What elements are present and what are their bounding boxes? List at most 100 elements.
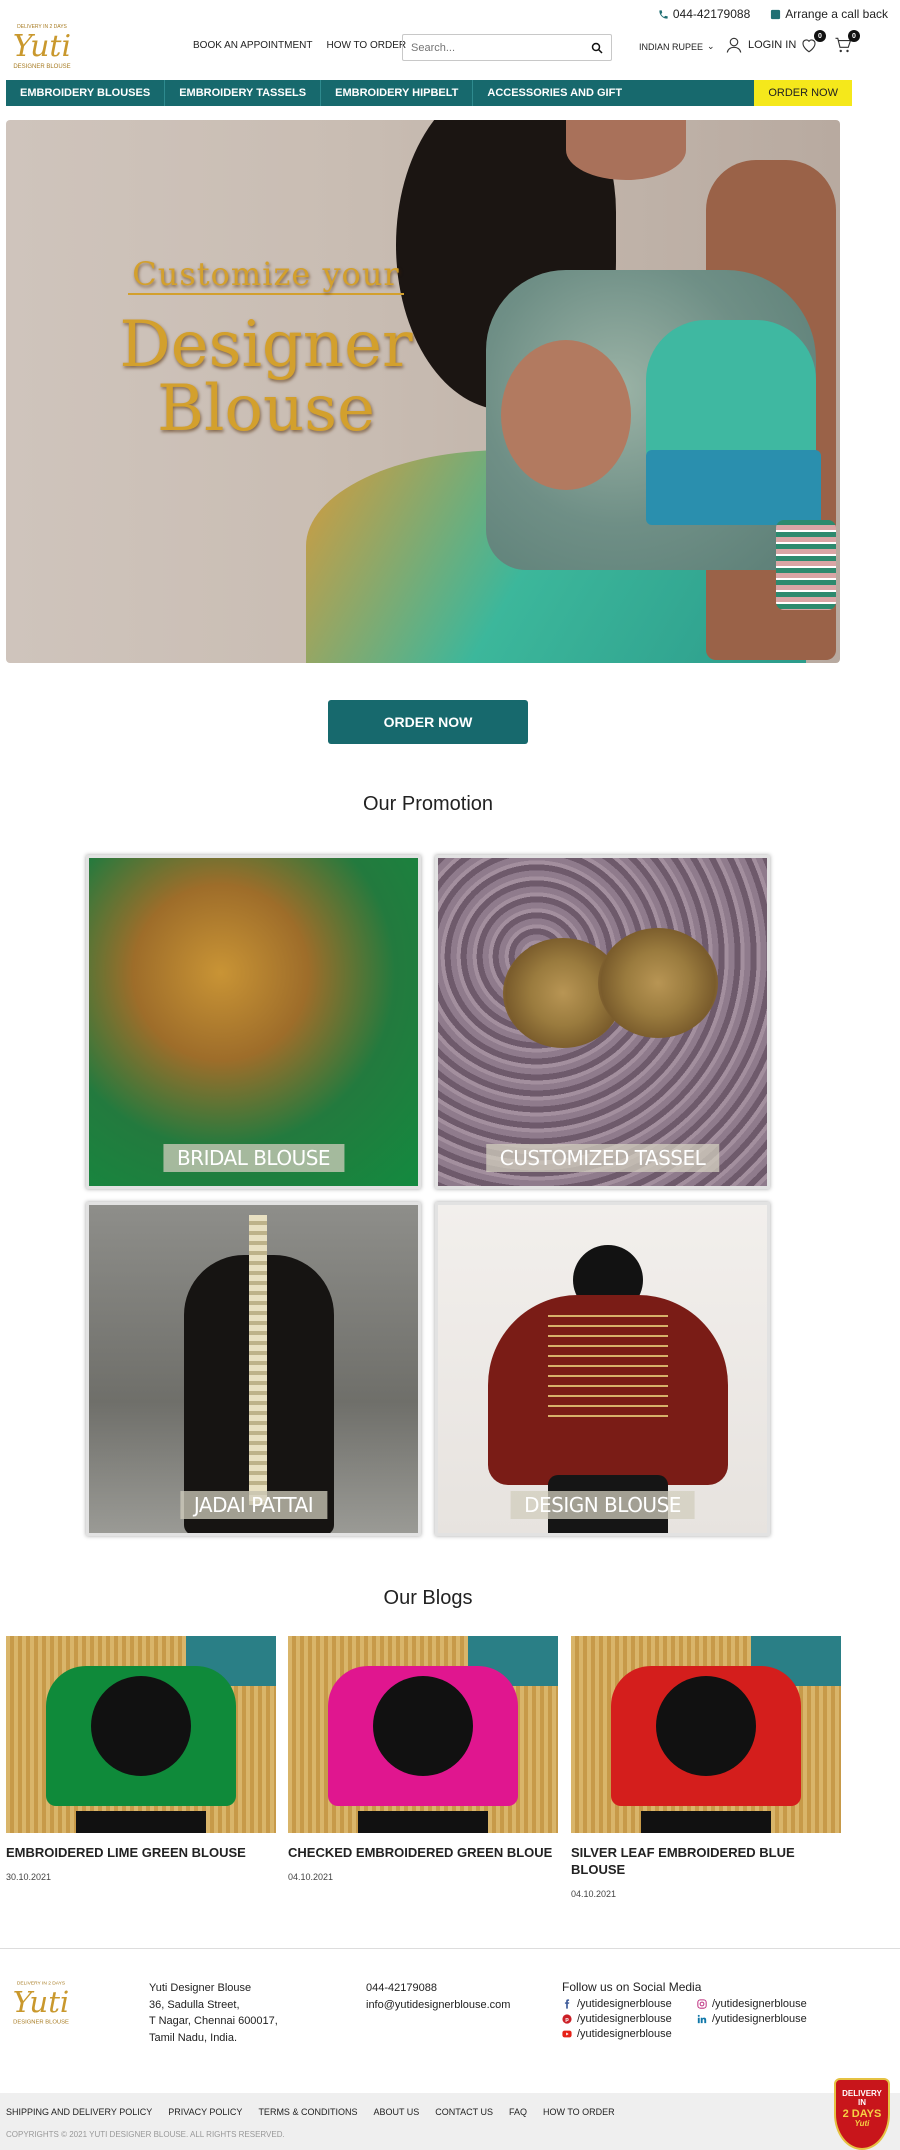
wishlist-button[interactable]: 0 [800,30,826,58]
footer-link-terms[interactable]: TERMS & CONDITIONS [258,2107,357,2117]
mannequin-base [76,1811,206,1833]
social-label: /yutidesignerblouse [577,1998,672,2010]
blog-blouse-back [91,1676,191,1776]
instagram-icon [697,1999,707,2009]
social-instagram-link[interactable]: /yutidesignerblouse [697,1998,847,2010]
footer-link-faq[interactable]: FAQ [509,2107,527,2117]
address-line: Tamil Nadu, India. [149,2031,238,2044]
login-button[interactable]: LOGIN IN [725,36,796,54]
jadai-braid [249,1215,267,1505]
design-blouse-chains [548,1315,668,1425]
search-box [402,34,612,61]
blog-date: 04.10.2021 [288,1871,334,1882]
social-label: /yutidesignerblouse [577,2028,672,2040]
logo-brand: Yuti [13,1985,70,2019]
logo-sub: DESIGNER BLOUSE [13,64,70,70]
social-label: /yutidesignerblouse [712,2013,807,2025]
blog-image[interactable] [288,1636,558,1833]
category-embroidery-hipbelt[interactable]: EMBROIDERY HIPBELT [321,80,474,106]
blog-card[interactable]: EMBROIDERED LIME GREEN BLOUSE 30.10.2021 [6,1636,276,1882]
social-facebook-link[interactable]: /yutidesignerblouse [562,1998,697,2010]
hero-face [566,120,686,180]
user-icon [726,37,742,53]
footer-address: Yuti Designer Blouse 36, Sadulla Street,… [149,1980,278,2046]
delivery-days: 2 DAYS [842,2107,882,2120]
phone-icon [659,9,668,19]
footer-link-shipping[interactable]: SHIPPING AND DELIVERY POLICY [6,2107,152,2117]
login-label: LOGIN IN [748,39,797,51]
category-nav: EMBROIDERY BLOUSES EMBROIDERY TASSELS EM… [6,80,852,106]
footer-social: Follow us on Social Media /yutidesignerb… [562,1980,847,2040]
blog-image[interactable] [6,1636,276,1833]
search-icon[interactable] [591,42,603,54]
callback-label: Arrange a call back [785,7,888,21]
footer-bar [0,2093,900,2150]
footer-link-how-to-order[interactable]: HOW TO ORDER [543,2107,615,2117]
promo-design-blouse[interactable]: DESIGN BLOUSE [435,1202,770,1536]
category-accessories-gift[interactable]: ACCESSORIES AND GIFT [473,80,636,106]
copyright-text: COPYRIGHTS © 2021 YUTI DESIGNER BLOUSE. … [6,2130,285,2139]
footer-phone[interactable]: 044-42179088 [366,1980,510,1997]
promo-label: DESIGN BLOUSE [510,1491,695,1519]
footer-divider [0,1948,900,1949]
social-linkedin-link[interactable]: /yutidesignerblouse [697,2013,847,2025]
footer-link-contact[interactable]: CONTACT US [435,2107,493,2117]
footer-logo[interactable]: DELIVERY IN 2 DAYS Yuti DESIGNER BLOUSE [6,1976,76,2030]
social-label: /yutidesignerblouse [712,1998,807,2010]
order-now-button[interactable]: ORDER NOW [328,700,528,744]
logo-brand: Yuti [13,29,71,64]
hero-sleeve [646,320,816,470]
footer-email[interactable]: info@yutidesignerblouse.com [366,1997,510,2014]
blogs-title: Our Blogs [383,1587,473,1609]
promo-bridal-blouse[interactable]: BRIDAL BLOUSE [86,855,421,1189]
footer-link-about[interactable]: ABOUT US [373,2107,419,2117]
currency-select[interactable]: INDIAN RUPEE ⌄ [639,41,715,52]
address-line: 36, Sadulla Street, [149,1998,240,2011]
blog-title[interactable]: EMBROIDERED LIME GREEN BLOUSE [6,1845,276,1862]
nav-how-to-order[interactable]: HOW TO ORDER [326,40,406,51]
hero-banner[interactable]: Customize your Designer Blouse [6,120,840,663]
search-input[interactable] [411,41,591,54]
social-pinterest-link[interactable]: p /yutidesignerblouse [562,2013,697,2025]
phone-link[interactable]: 044-42179088 [658,7,750,21]
callback-link[interactable]: Arrange a call back [770,7,888,21]
blog-image[interactable] [571,1636,841,1833]
mannequin-base [358,1811,488,1833]
currency-label: INDIAN RUPEE [639,41,704,52]
pinterest-icon: p [562,2014,572,2024]
blog-blouse-back [656,1676,756,1776]
category-embroidery-tassels[interactable]: EMBROIDERY TASSELS [165,80,322,106]
hero-line3: Blouse [157,372,375,446]
nav-order-now-button[interactable]: ORDER NOW [754,80,852,106]
promo-jadai-pattai[interactable]: JADAI PATTAI [86,1202,421,1536]
header-nav: BOOK AN APPOINTMENT HOW TO ORDER [193,40,406,51]
hero-line1: Customize your [128,255,404,295]
hero-sleeve-border [646,450,821,525]
wishlist-count: 0 [814,30,826,42]
blog-card[interactable]: CHECKED EMBROIDERED GREEN BLOUE 04.10.20… [288,1636,558,1882]
address-line: T Nagar, Chennai 600017, [149,2015,278,2027]
promo-label: CUSTOMIZED TASSEL [485,1144,720,1172]
social-youtube-link[interactable]: /yutidesignerblouse [562,2028,697,2040]
social-label: /yutidesignerblouse [577,2013,672,2025]
footer-contact: 044-42179088 info@yutidesignerblouse.com [366,1980,510,2014]
site-logo[interactable]: DELIVERY IN 2 DAYS Yuti DESIGNER BLOUSE [6,20,78,74]
footer-link-privacy[interactable]: PRIVACY POLICY [168,2107,242,2117]
hero-headline: Customize your Designer Blouse [96,255,436,441]
category-embroidery-blouses[interactable]: EMBROIDERY BLOUSES [6,80,166,106]
cart-button[interactable]: 0 [834,30,860,58]
youtube-icon [562,2030,572,2038]
blog-date: 04.10.2021 [571,1888,617,1899]
nav-book-appointment[interactable]: BOOK AN APPOINTMENT [193,40,312,51]
blog-title[interactable]: SILVER LEAF EMBROIDERED BLUE BLOUSE [571,1845,841,1879]
blog-card[interactable]: SILVER LEAF EMBROIDERED BLUE BLOUSE 04.1… [571,1636,841,1899]
phone-number: 044-42179088 [672,7,751,21]
delivery-brand: Yuti [854,2118,870,2128]
promo-customized-tassel[interactable]: CUSTOMIZED TASSEL [435,855,770,1189]
svg-text:p: p [565,2017,569,2023]
blog-title[interactable]: CHECKED EMBROIDERED GREEN BLOUE [288,1845,558,1862]
mannequin-base [641,1811,771,1833]
delivery-badge[interactable]: DELIVERY IN 2 DAYS Yuti [834,2078,890,2150]
phone-callback-icon [771,9,781,19]
hero-bangles [776,520,836,610]
